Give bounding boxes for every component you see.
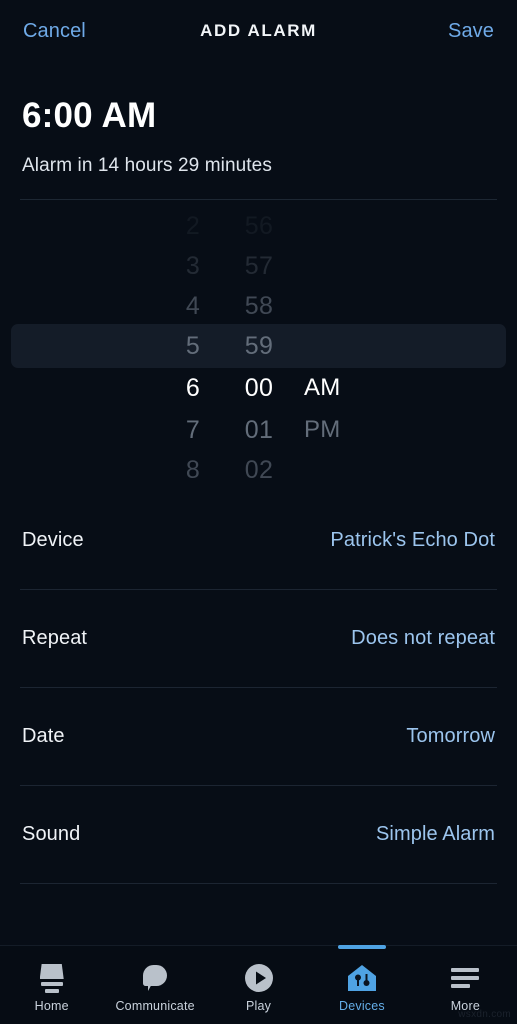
minute-cell[interactable]: 59 <box>245 326 273 366</box>
option-label: Sound <box>22 822 81 845</box>
alarm-time-display: 6:00 AM <box>22 96 157 135</box>
option-value[interactable]: Tomorrow <box>406 725 495 748</box>
hour-cell[interactable]: 3 <box>186 246 200 286</box>
option-label: Date <box>22 724 65 747</box>
option-label: Device <box>22 528 84 551</box>
play-circle-icon <box>244 961 274 995</box>
hour-cell[interactable]: 8 <box>186 450 200 478</box>
page-title: ADD ALARM <box>200 21 317 40</box>
speech-bubble-icon <box>141 961 169 995</box>
nav-label: Communicate <box>115 999 195 1013</box>
summary-divider <box>20 198 497 200</box>
minute-cell[interactable]: 58 <box>245 286 273 326</box>
option-value[interactable]: Patrick's Echo Dot <box>330 529 495 552</box>
alarm-summary: 6:00 AM Alarm in 14 hours 29 minutes <box>0 66 517 177</box>
hour-cell[interactable]: 5 <box>186 326 200 366</box>
minute-cell[interactable]: 02 <box>245 450 273 478</box>
option-row-repeat[interactable]: Repeat Does not repeat <box>0 590 517 687</box>
meridiem-wheel[interactable]: - - - - AM PM <box>280 206 372 478</box>
minute-cell[interactable]: 01 <box>245 410 273 450</box>
nav-tab-home[interactable]: Home <box>0 946 103 1024</box>
option-row-date[interactable]: Date Tomorrow <box>0 688 517 785</box>
nav-label: Home <box>34 999 69 1013</box>
option-label: Repeat <box>22 626 88 649</box>
option-value[interactable]: Simple Alarm <box>376 823 495 846</box>
watermark: wsxdn.com <box>458 1009 511 1020</box>
time-picker[interactable]: 2 3 4 5 6 7 8 9 10 56 57 58 59 00 01 02 … <box>0 206 517 478</box>
minute-cell[interactable]: 57 <box>245 246 273 286</box>
minute-cell-selected[interactable]: 00 <box>245 366 273 410</box>
option-value[interactable]: Does not repeat <box>351 627 495 650</box>
top-app-bar: Cancel ADD ALARM Save <box>0 0 517 66</box>
active-tab-indicator <box>337 945 386 949</box>
nav-label: Devices <box>338 999 385 1013</box>
save-button[interactable]: Save <box>448 20 494 43</box>
echo-device-icon <box>37 961 67 995</box>
hour-cell-selected[interactable]: 6 <box>186 366 200 410</box>
hour-cell[interactable]: 2 <box>186 206 200 246</box>
nav-tab-communicate[interactable]: Communicate <box>103 946 206 1024</box>
meridiem-cell[interactable]: PM <box>304 410 341 450</box>
alarm-countdown-text: Alarm in 14 hours 29 minutes <box>22 154 272 176</box>
alarm-options-list: Device Patrick's Echo Dot Repeat Does no… <box>0 478 517 1024</box>
minute-cell[interactable]: 56 <box>245 206 273 246</box>
smart-home-icon <box>346 961 378 995</box>
add-alarm-screen: Cancel ADD ALARM Save 6:00 AM Alarm in 1… <box>0 0 517 1024</box>
nav-tab-devices[interactable]: Devices <box>310 945 413 1024</box>
option-row-sound[interactable]: Sound Simple Alarm <box>0 786 517 883</box>
meridiem-cell-selected[interactable]: AM <box>304 366 341 410</box>
bottom-navigation-bar: Home Communicate Play Devices More <box>0 945 517 1024</box>
hamburger-icon <box>451 961 480 995</box>
hour-cell[interactable]: 7 <box>186 410 200 450</box>
hour-cell[interactable]: 4 <box>186 286 200 326</box>
nav-label: Play <box>245 999 272 1013</box>
option-row-device[interactable]: Device Patrick's Echo Dot <box>0 492 517 589</box>
row-divider <box>20 882 497 884</box>
nav-tab-play[interactable]: Play <box>207 946 310 1024</box>
